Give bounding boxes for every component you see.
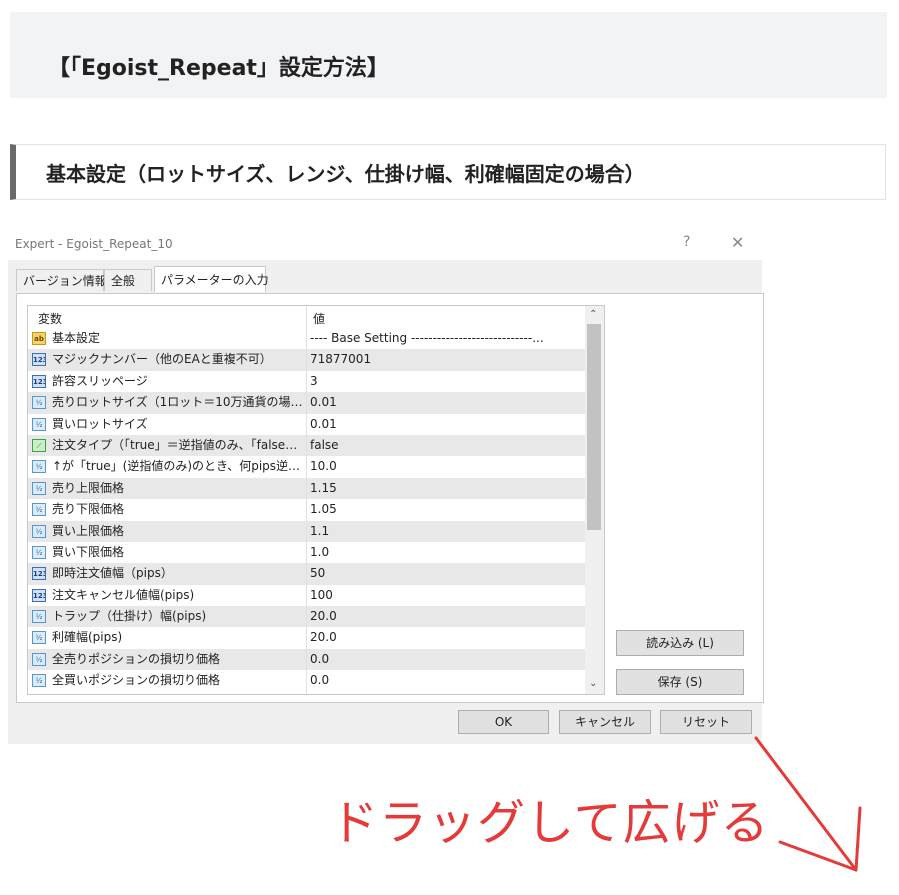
reset-button[interactable]: リセット bbox=[660, 710, 752, 734]
double-type-icon: ½ bbox=[32, 674, 46, 688]
bool-type-icon: ⟋ bbox=[32, 438, 46, 452]
double-type-icon: ½ bbox=[32, 417, 46, 431]
table-header: 変数 値 bbox=[28, 306, 584, 328]
double-type-icon: ½ bbox=[32, 460, 46, 474]
double-type-icon: ½ bbox=[32, 631, 46, 645]
parameter-name: 売り上限価格 bbox=[52, 480, 125, 495]
dialog-titlebar: Expert - Egoist_Repeat_10 ? ✕ bbox=[8, 226, 762, 260]
parameter-name: 買い上限価格 bbox=[52, 523, 125, 538]
double-type-icon: ½ bbox=[32, 524, 46, 538]
double-type-icon: ½ bbox=[32, 481, 46, 495]
parameter-value[interactable]: 0.01 bbox=[310, 392, 582, 413]
save-button[interactable]: 保存 (S) bbox=[616, 669, 744, 695]
parameter-value[interactable]: 1.1 bbox=[310, 521, 582, 542]
heading-2-box: 基本設定（ロットサイズ、レンジ、仕掛け幅、利確幅固定の場合） bbox=[10, 144, 886, 200]
parameter-name: マジックナンバー（他のEAと重複不可） bbox=[52, 352, 272, 367]
parameter-name: 買いロットサイズ bbox=[52, 416, 148, 431]
double-type-icon: ½ bbox=[32, 503, 46, 517]
parameter-value[interactable]: 0.01 bbox=[310, 414, 582, 435]
parameter-name: 売り下限価格 bbox=[52, 502, 125, 517]
scroll-down-icon[interactable]: ⌄ bbox=[589, 678, 597, 689]
column-header-variable[interactable]: 変数 bbox=[38, 310, 62, 327]
dialog-title: Expert - Egoist_Repeat_10 bbox=[15, 237, 173, 251]
heading-1-box: 【「Egoist_Repeat」設定方法】 bbox=[10, 12, 887, 98]
parameter-name: 基本設定 bbox=[52, 331, 101, 345]
scroll-thumb[interactable] bbox=[587, 324, 601, 530]
load-button[interactable]: 読み込み (L) bbox=[616, 630, 744, 656]
parameter-name: 即時注文値幅（pips） bbox=[52, 566, 173, 581]
double-type-icon: ½ bbox=[32, 610, 46, 624]
heading-1: 【「Egoist_Repeat」設定方法】 bbox=[48, 56, 389, 81]
parameter-value[interactable]: 0.0 bbox=[310, 649, 582, 670]
help-button[interactable]: ? bbox=[683, 234, 690, 250]
close-button[interactable]: ✕ bbox=[731, 233, 744, 252]
ok-button[interactable]: OK bbox=[458, 710, 549, 734]
parameter-value[interactable]: 1.15 bbox=[310, 478, 582, 499]
parameter-name: 注文キャンセル値幅(pips) bbox=[52, 587, 195, 602]
column-separator bbox=[306, 328, 307, 694]
expert-dialog: Expert - Egoist_Repeat_10 ? ✕ バージョン情報 全般… bbox=[8, 226, 764, 744]
double-type-icon: ½ bbox=[32, 652, 46, 666]
parameter-name: 利確幅(pips) bbox=[52, 630, 123, 645]
parameter-name: 売りロットサイズ（1ロット＝10万通貨の場合、0... bbox=[52, 395, 304, 410]
parameter-name: 全買いポジションの損切り価格 bbox=[52, 673, 221, 688]
cancel-button[interactable]: キャンセル bbox=[559, 710, 651, 734]
header-separator bbox=[306, 306, 307, 328]
parameter-table: 変数 値 ab 基本設定 ---- Base Setting -----------… bbox=[27, 305, 605, 695]
tab-general[interactable]: 全般 bbox=[104, 269, 152, 291]
integer-type-icon: 123 bbox=[32, 567, 46, 581]
drag-annotation: ドラッグして広げる bbox=[330, 795, 770, 851]
parameter-value[interactable]: 1.05 bbox=[310, 499, 582, 520]
double-type-icon: ½ bbox=[32, 396, 46, 410]
parameter-name: 注文タイプ（「true」＝逆指値のみ、「false」＝･.. bbox=[52, 437, 304, 452]
parameter-value[interactable]: 10.0 bbox=[310, 456, 582, 477]
parameter-value[interactable]: false bbox=[310, 435, 582, 456]
scroll-up-icon[interactable]: ⌃ bbox=[589, 309, 597, 320]
parameter-value[interactable]: 20.0 bbox=[310, 627, 582, 648]
parameter-name: トラップ（仕掛け）幅(pips) bbox=[52, 609, 207, 624]
parameter-value[interactable]: 3 bbox=[310, 371, 582, 392]
heading-2: 基本設定（ロットサイズ、レンジ、仕掛け幅、利確幅固定の場合） bbox=[46, 162, 645, 186]
integer-type-icon: 123 bbox=[32, 374, 46, 388]
parameter-value[interactable]: 20.0 bbox=[310, 606, 582, 627]
string-type-icon: ab bbox=[32, 332, 46, 345]
parameter-value[interactable]: 100 bbox=[310, 585, 582, 606]
double-type-icon: ½ bbox=[32, 545, 46, 559]
integer-type-icon: 123 bbox=[32, 353, 46, 367]
parameter-value[interactable]: 50 bbox=[310, 563, 582, 584]
parameter-name: 許容スリッページ bbox=[52, 373, 148, 388]
tab-input-parameters[interactable]: パラメーターの入力 bbox=[154, 266, 269, 292]
vertical-scrollbar[interactable]: ⌃ ⌄ bbox=[585, 306, 604, 694]
parameter-name: 全売りポジションの損切り価格 bbox=[52, 651, 221, 666]
integer-type-icon: 123 bbox=[32, 588, 46, 602]
parameter-value[interactable]: 71877001 bbox=[310, 349, 582, 370]
parameter-name: ↑が「true」(逆指値のみ)のとき、何pips逆行し... bbox=[52, 459, 304, 474]
diagonal-arrow-icon bbox=[754, 736, 862, 872]
parameter-value[interactable]: 0.0 bbox=[310, 670, 582, 691]
column-header-value[interactable]: 値 bbox=[313, 310, 325, 327]
parameter-name: 買い下限価格 bbox=[52, 544, 125, 559]
parameter-value[interactable]: 1.0 bbox=[310, 542, 582, 563]
parameter-value[interactable]: ---- Base Setting ----------------------… bbox=[310, 328, 582, 349]
tab-version-info[interactable]: バージョン情報 bbox=[16, 269, 107, 291]
